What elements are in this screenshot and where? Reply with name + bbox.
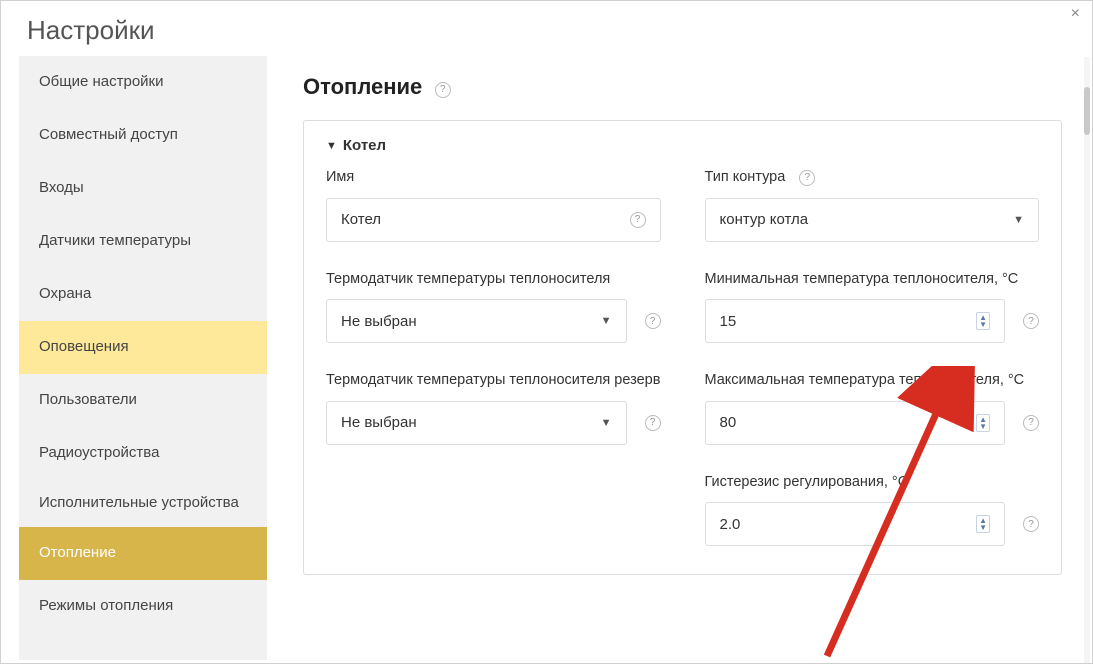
- sidebar-item-general[interactable]: Общие настройки: [19, 56, 267, 109]
- sidebar-item-users[interactable]: Пользователи: [19, 374, 267, 427]
- min-temp-label: Минимальная температура теплоносителя, °…: [705, 270, 1040, 290]
- help-icon[interactable]: ?: [645, 415, 661, 431]
- name-label: Имя: [326, 168, 661, 188]
- sensor-value: Не выбран: [341, 313, 417, 330]
- help-icon[interactable]: ?: [645, 313, 661, 329]
- hysteresis-input[interactable]: 2.0 ▲▼: [705, 502, 1006, 546]
- circuit-type-label: Тип контура: [705, 168, 786, 188]
- name-input[interactable]: Котел ?: [326, 198, 661, 242]
- help-icon[interactable]: ?: [1023, 516, 1039, 532]
- window-header: Настройки: [1, 1, 1092, 46]
- close-icon[interactable]: ×: [1071, 5, 1080, 23]
- caret-down-icon: ▼: [326, 140, 337, 152]
- circuit-type-select[interactable]: контур котла ▼: [705, 198, 1040, 242]
- sidebar-item-radio[interactable]: Радиоустройства: [19, 427, 267, 480]
- sidebar-item-inputs[interactable]: Входы: [19, 162, 267, 215]
- sidebar-item-actuators[interactable]: Исполнительные устройства: [19, 480, 267, 527]
- sensor-reserve-select[interactable]: Не выбран ▼: [326, 401, 627, 445]
- empty-cell: [326, 473, 661, 547]
- chevron-down-icon: ▼: [601, 417, 612, 429]
- hysteresis-value: 2.0: [720, 516, 741, 533]
- window-body: Общие настройки Совместный доступ Входы …: [1, 46, 1092, 660]
- help-icon[interactable]: ?: [799, 170, 815, 186]
- field-sensor-reserve: Термодатчик температуры теплоносителя ре…: [326, 371, 661, 445]
- help-icon[interactable]: ?: [435, 82, 451, 98]
- help-icon[interactable]: ?: [1023, 415, 1039, 431]
- boiler-card: ▼ Котел Имя Котел ? Т: [303, 120, 1062, 575]
- max-temp-value: 80: [720, 414, 737, 431]
- sidebar-item-notifications[interactable]: Оповещения: [19, 321, 267, 374]
- field-hysteresis: Гистерезис регулирования, °C 2.0 ▲▼ ?: [705, 473, 1040, 547]
- max-temp-input[interactable]: 80 ▲▼: [705, 401, 1006, 445]
- sensor-reserve-value: Не выбран: [341, 414, 417, 431]
- spinner-icon[interactable]: ▲▼: [976, 515, 990, 533]
- hysteresis-label: Гистерезис регулирования, °C: [705, 473, 1040, 493]
- help-icon[interactable]: ?: [1023, 313, 1039, 329]
- card-title: Котел: [343, 137, 386, 154]
- sidebar-item-security[interactable]: Охрана: [19, 268, 267, 321]
- settings-window: × Настройки Общие настройки Совместный д…: [0, 0, 1093, 664]
- field-max-temp: Максимальная температура теплоносителя, …: [705, 371, 1040, 445]
- sidebar: Общие настройки Совместный доступ Входы …: [19, 56, 267, 660]
- sensor-label: Термодатчик температуры теплоносителя: [326, 270, 661, 290]
- field-circuit-type: Тип контура ? контур котла ▼: [705, 168, 1040, 242]
- circuit-type-label-row: Тип контура ?: [705, 168, 1040, 188]
- field-min-temp: Минимальная температура теплоносителя, °…: [705, 270, 1040, 344]
- help-icon[interactable]: ?: [630, 212, 646, 228]
- scrollbar[interactable]: [1084, 57, 1090, 663]
- sidebar-item-heating[interactable]: Отопление: [19, 527, 267, 580]
- window-title: Настройки: [27, 15, 1066, 46]
- min-temp-input[interactable]: 15 ▲▼: [705, 299, 1006, 343]
- field-sensor: Термодатчик температуры теплоносителя Не…: [326, 270, 661, 344]
- card-toggle[interactable]: ▼ Котел: [326, 137, 1039, 154]
- chevron-down-icon: ▼: [1013, 214, 1024, 226]
- page-title: Отопление: [303, 74, 422, 100]
- sidebar-item-heating-modes[interactable]: Режимы отопления: [19, 580, 267, 633]
- spinner-icon[interactable]: ▲▼: [976, 414, 990, 432]
- sensor-select[interactable]: Не выбран ▼: [326, 299, 627, 343]
- field-name: Имя Котел ?: [326, 168, 661, 242]
- sidebar-item-shared-access[interactable]: Совместный доступ: [19, 109, 267, 162]
- main-panel: Отопление ? ▼ Котел Имя Котел ?: [267, 56, 1082, 660]
- spinner-icon[interactable]: ▲▼: [976, 312, 990, 330]
- sidebar-item-temp-sensors[interactable]: Датчики температуры: [19, 215, 267, 268]
- circuit-type-value: контур котла: [720, 211, 809, 228]
- form-grid: Имя Котел ? Тип контура ? конту: [326, 168, 1039, 546]
- max-temp-label: Максимальная температура теплоносителя, …: [705, 371, 1040, 391]
- sensor-reserve-label: Термодатчик температуры теплоносителя ре…: [326, 371, 661, 391]
- scrollbar-thumb[interactable]: [1084, 87, 1090, 135]
- chevron-down-icon: ▼: [601, 315, 612, 327]
- min-temp-value: 15: [720, 313, 737, 330]
- name-value: Котел: [341, 211, 381, 228]
